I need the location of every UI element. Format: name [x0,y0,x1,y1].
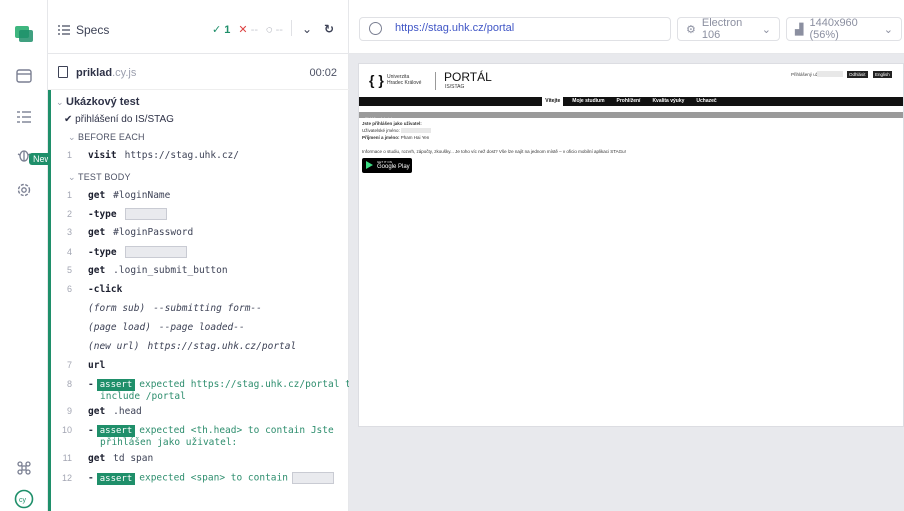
test-row[interactable]: ✔ přihlášení do IS/STAG [64,114,365,125]
event-row[interactable]: (form sub) --submitting form-- [56,303,357,314]
side-nav-rail: New cy [0,0,56,511]
command-row[interactable]: 1 visit https://stag.uhk.cz/ [56,150,357,161]
cypress-logo-icon[interactable]: cy [14,489,34,509]
specs-list-icon[interactable] [14,107,34,127]
app-logo-icon[interactable] [14,24,34,44]
redacted-user [817,71,843,77]
browser-icon: ⚙ [686,23,696,36]
menu-item-moje-studium[interactable]: Moje studium [569,97,607,106]
event-row[interactable]: (new url) https://stag.uhk.cz/portal [56,341,357,352]
login-section-header: Přihlášení (1/1) [359,112,903,122]
command-row[interactable]: 6 -click [56,284,357,295]
portal-subtitle: IS/STAG [445,84,465,90]
viewport-select[interactable]: ▟ 1440x960 (56%) ⌄ [786,17,902,41]
spec-file-name: priklad.cy.js [76,67,137,79]
passed-indicator-bar [48,90,51,511]
menu-item-vitejte[interactable]: Vítejte [542,97,564,106]
chevron-down-icon: ⌄ [883,23,893,36]
command-row[interactable]: 4 -type [56,246,357,258]
url-toolbar: https://stag.uhk.cz/portal ⚙ Electron 106… [349,0,904,54]
specs-toggle-button[interactable]: Specs [58,23,109,37]
url-text: https://stag.uhk.cz/portal [395,22,515,34]
file-icon [58,66,68,78]
assert-badge: assert [96,379,136,391]
mobile-app-info: Informace o studiu, rozvrh, zápočty, zko… [362,149,626,154]
redacted-value [291,472,334,484]
pending-count: ◌ -- [266,23,283,36]
command-row[interactable]: 7 url [56,360,357,371]
chevron-down-icon: ⌄ [68,172,76,182]
menu-item-kvalita-vyuky[interactable]: Kvalita výuky [649,97,687,106]
specs-label: Specs [76,23,110,37]
username-row: Uživatelské jméno: [362,128,432,134]
google-play-button[interactable]: GET IT ON Google Play [362,158,412,173]
command-row[interactable]: 5 get .login_submit_button [56,265,357,276]
play-store-icon [366,161,373,169]
command-log-panel: Specs ✓ 1 ✕ -- ◌ -- ⌄ ↻ priklad.cy.js 00… [48,0,357,511]
reporter-header: Specs ✓ 1 ✕ -- ◌ -- ⌄ ↻ [48,0,349,54]
rerun-icon[interactable]: ↻ [324,22,334,36]
passed-count: ✓ 1 [212,24,231,36]
test-stats: ✓ 1 ✕ -- ◌ -- [212,23,283,37]
spec-file-row[interactable]: priklad.cy.js 00:02 [48,54,349,90]
app-preview-area: { } Univerzita Hradec Králové PORTÁL IS/S… [349,54,904,511]
settings-gear-icon[interactable] [14,180,34,200]
keyboard-shortcuts-icon[interactable] [14,458,34,478]
test-body-section[interactable]: ⌄ TEST BODY [68,172,369,183]
command-row[interactable]: 11 get td span [56,453,357,464]
redacted-username [401,128,432,134]
viewport-icon: ▟ [795,23,804,36]
logged-as-heading: Jste přihlášen jako uživatel: [362,121,422,126]
collapse-chevron-icon[interactable]: ⌄ [302,22,312,36]
check-icon: ✔ [64,114,73,125]
spec-duration: 00:02 [309,67,337,79]
event-row[interactable]: (page load) --page loaded-- [56,322,357,333]
aut-iframe[interactable]: { } Univerzita Hradec Králové PORTÁL IS/S… [359,64,903,426]
assert-row[interactable]: 8- assert expected https://stag.uhk.cz/por… [56,379,357,391]
failed-count: ✕ -- [238,24,259,36]
redacted-value [124,246,187,258]
runs-icon[interactable] [14,66,34,86]
assert-badge: assert [96,425,136,437]
chevron-down-icon: ⌄ [56,97,64,107]
english-button[interactable]: English [873,71,892,78]
chevron-down-icon: ⌄ [761,23,771,36]
uhk-logo-icon: { } [369,72,384,88]
chevron-down-icon: ⌄ [68,132,76,142]
fullname-row: Příjmení a jméno: Pham Hai Yen [362,135,430,140]
menu-item-prohlizeni[interactable]: Prohlížení [614,97,644,106]
portal-title: PORTÁL [444,70,492,84]
assert-badge: assert [96,472,136,485]
divider [291,20,292,36]
browser-select[interactable]: ⚙ Electron 106 ⌄ [677,17,780,41]
redacted-value [124,208,167,220]
portal-menu: Vítejte Moje studium Prohlížení Kvalita … [359,97,903,106]
specs-menu-icon [58,25,70,35]
menu-item-uchazec[interactable]: Uchazeč [693,97,719,106]
university-name: Univerzita Hradec Králové [387,74,422,86]
suite-row[interactable]: ⌄ Ukázkový test [56,96,357,108]
globe-icon [369,22,382,35]
svg-text:cy: cy [19,497,27,504]
command-row[interactable]: 3 get #loginPassword [56,227,357,238]
command-row[interactable]: 1 get #loginName [56,190,357,201]
command-row[interactable]: 9 get .head [56,406,357,417]
portal-header: { } Univerzita Hradec Králové PORTÁL IS/S… [359,64,903,94]
assert-row[interactable]: 12- assert expected <span> to contain [56,472,357,485]
logout-button[interactable]: Odhlásit [847,71,868,78]
before-each-hook[interactable]: ⌄ BEFORE EACH [68,132,369,143]
assert-row[interactable]: 10- assert expected <th.head> to contain J… [56,425,357,437]
command-row[interactable]: 2 -type [56,208,357,220]
